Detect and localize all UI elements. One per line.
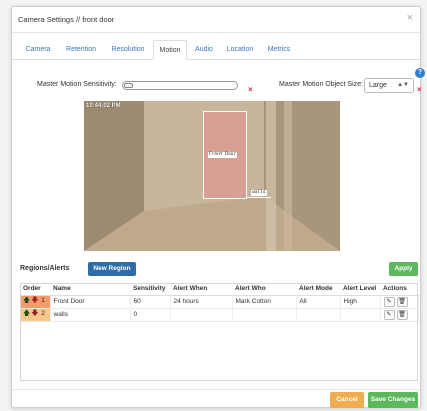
alert-level-cell xyxy=(340,308,381,322)
col-alert-mode: Alert Mode xyxy=(296,283,340,296)
tab-retention[interactable]: Retention xyxy=(60,40,102,60)
dialog-header: Camera Settings // front door × xyxy=(12,7,420,33)
col-name: Name xyxy=(50,283,130,296)
camera-view[interactable]: 10:44:02 PM Front Door walls xyxy=(84,101,340,251)
actions-cell: ✎ 🗑 xyxy=(380,295,419,309)
sensitivity-slider[interactable] xyxy=(122,81,238,90)
order-value: 1 xyxy=(41,297,45,304)
clear-sensitivity-icon[interactable]: × xyxy=(248,85,253,94)
regions-table: Order Name Sensitivity Alert When Alert … xyxy=(20,283,419,322)
trash-icon[interactable]: 🗑 xyxy=(396,309,408,320)
table-row[interactable]: 🡅🡇 1 Front Door 60 24 hours Mark Cotton … xyxy=(20,295,419,309)
edit-icon[interactable]: ✎ xyxy=(383,309,395,320)
trash-icon[interactable]: 🗑 xyxy=(396,296,408,307)
order-cell: 🡅🡇 1 xyxy=(20,295,51,309)
order-value: 2 xyxy=(41,310,45,317)
close-icon[interactable]: × xyxy=(407,12,413,24)
dialog-footer: Cancel Save Changes xyxy=(12,389,420,409)
door-edge xyxy=(284,101,292,251)
tab-location[interactable]: Location xyxy=(222,40,258,60)
regions-header: Regions/Alerts New Region Apply xyxy=(20,261,418,279)
move-down-icon[interactable]: 🡇 xyxy=(31,310,38,317)
edit-icon[interactable]: ✎ xyxy=(383,296,395,307)
motion-settings-row: Master Motion Sensitivity: × Master Moti… xyxy=(12,77,422,101)
camera-settings-dialog: Camera Settings // front door × Camera R… xyxy=(11,6,425,409)
camera-timestamp: 10:44:02 PM xyxy=(86,103,121,109)
tab-camera[interactable]: Camera xyxy=(20,40,56,60)
sensitivity-cell: 0 xyxy=(130,308,171,322)
object-size-value: Large xyxy=(369,82,387,89)
alert-level-cell: High xyxy=(340,295,381,309)
actions-cell: ✎ 🗑 xyxy=(380,308,419,322)
alert-who-cell xyxy=(232,308,297,322)
col-alert-when: Alert When xyxy=(170,283,232,296)
name-cell: walls xyxy=(50,308,131,322)
sensitivity-label: Master Motion Sensitivity: xyxy=(37,81,117,88)
slider-thumb[interactable] xyxy=(124,83,133,88)
tab-resolution[interactable]: Resolution xyxy=(106,40,150,60)
object-size-select[interactable]: Large ▲▼ xyxy=(364,78,414,93)
cancel-button[interactable]: Cancel xyxy=(330,392,364,408)
move-down-icon[interactable]: 🡇 xyxy=(31,297,38,304)
move-up-icon[interactable]: 🡅 xyxy=(23,310,30,317)
clear-object-size-icon[interactable]: × xyxy=(417,85,422,94)
col-alert-who: Alert Who xyxy=(232,283,296,296)
alert-mode-cell xyxy=(296,308,341,322)
move-up-icon[interactable]: 🡅 xyxy=(23,297,30,304)
table-row[interactable]: 🡅🡇 2 walls 0 ✎ 🗑 xyxy=(20,308,419,322)
col-alert-level: Alert Level xyxy=(340,283,380,296)
regions-title: Regions/Alerts xyxy=(20,265,70,272)
new-region-button[interactable]: New Region xyxy=(88,262,136,276)
col-actions: Actions xyxy=(380,283,418,296)
alert-who-cell: Mark Cotton xyxy=(232,295,297,309)
col-order: Order xyxy=(20,283,50,296)
sensitivity-cell: 60 xyxy=(130,295,171,309)
settings-tabs: Camera Retention Resolution Motion Audio… xyxy=(12,40,420,60)
tab-audio[interactable]: Audio xyxy=(190,40,218,60)
apply-button[interactable]: Apply xyxy=(389,262,418,276)
door-frame xyxy=(266,101,276,251)
alert-when-cell: 24 hours xyxy=(170,295,233,309)
name-cell: Front Door xyxy=(50,295,131,309)
dialog-title: Camera Settings // front door xyxy=(18,15,115,24)
region-label-walls: walls xyxy=(251,190,267,196)
save-changes-button[interactable]: Save Changes xyxy=(368,392,418,408)
order-cell: 🡅🡇 2 xyxy=(20,308,51,322)
alert-when-cell xyxy=(170,308,233,322)
col-sensitivity: Sensitivity xyxy=(130,283,170,296)
table-header-row: Order Name Sensitivity Alert When Alert … xyxy=(20,283,418,296)
tab-metrics[interactable]: Metrics xyxy=(262,40,296,60)
alert-mode-cell: All xyxy=(296,295,341,309)
region-front-door[interactable]: Front Door xyxy=(203,111,247,199)
region-walls[interactable]: walls xyxy=(247,190,271,201)
region-label-front-door: Front Door xyxy=(208,152,238,158)
tab-motion[interactable]: Motion xyxy=(153,40,187,60)
object-size-label: Master Motion Object Size: xyxy=(279,81,364,88)
select-arrows-icon: ▲▼ xyxy=(397,82,409,88)
